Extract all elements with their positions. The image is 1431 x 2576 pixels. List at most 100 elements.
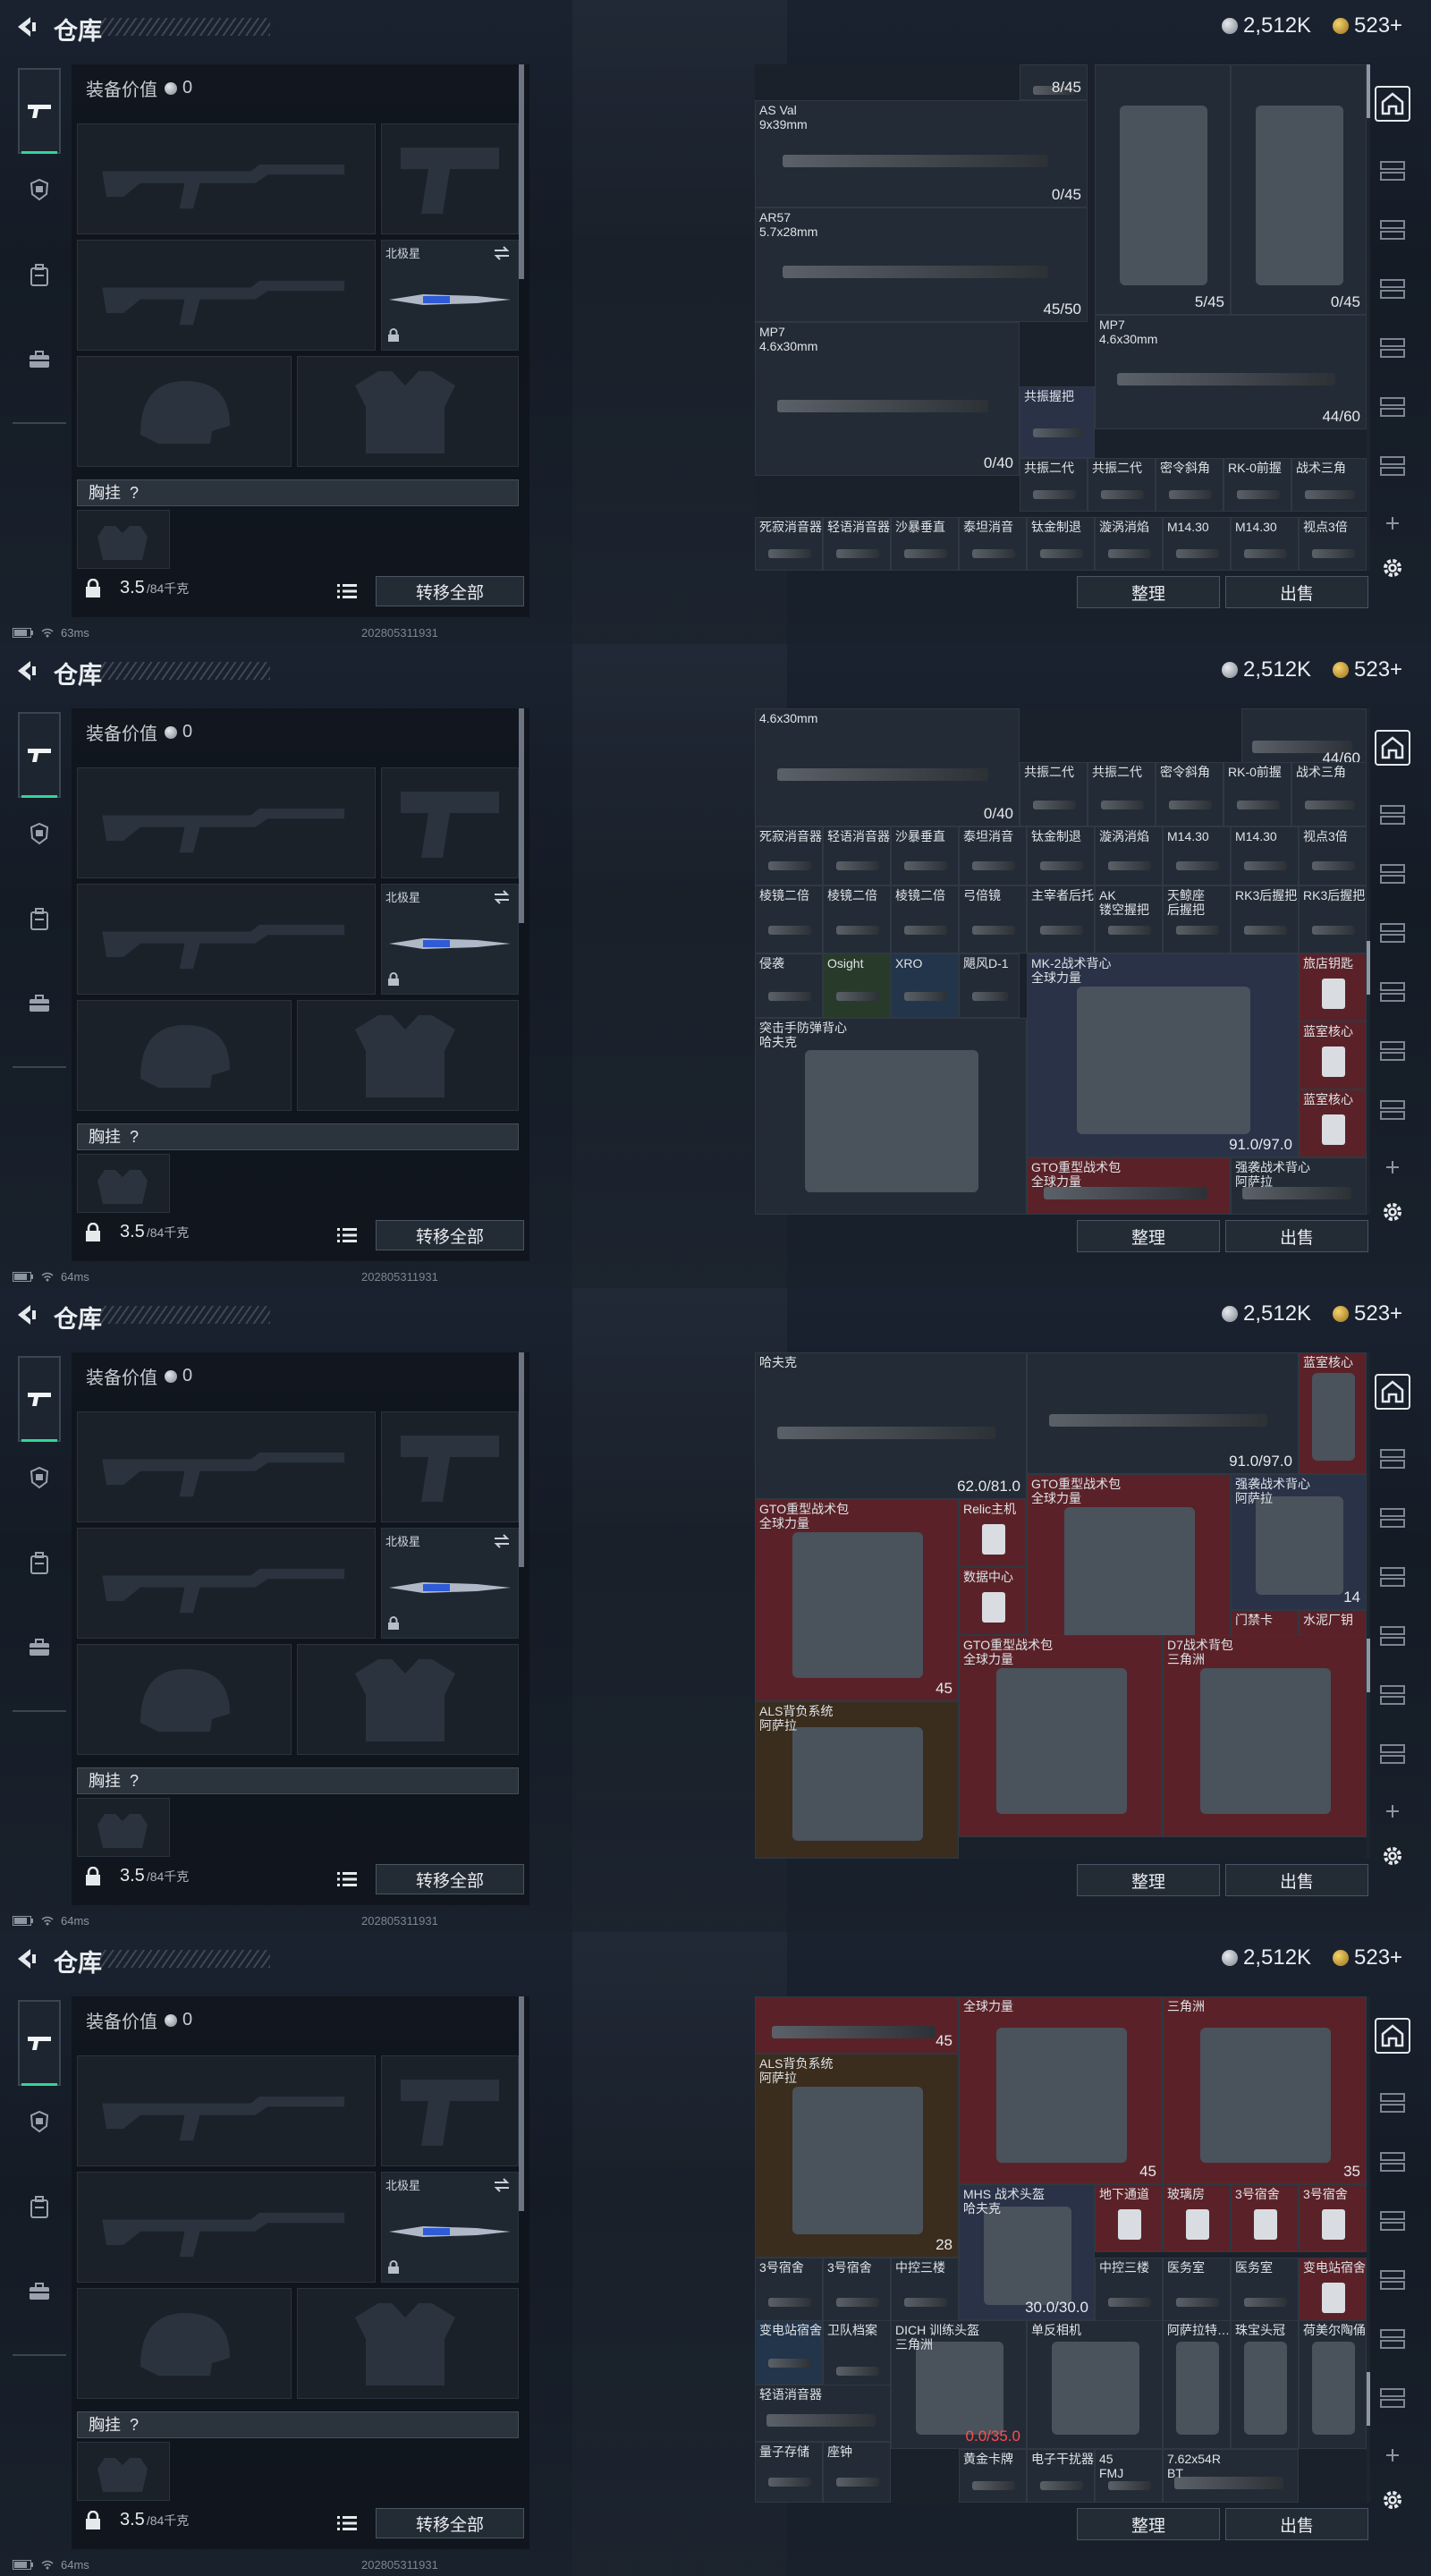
settings-button[interactable] — [1372, 1191, 1413, 1233]
stash-item[interactable]: 棱镜二倍 — [755, 886, 823, 953]
stash-item[interactable]: 视点3倍 — [1299, 517, 1367, 571]
stash-item[interactable]: 密令斜角 — [1156, 762, 1224, 826]
stash-item[interactable]: 荷美尔陶俑 — [1299, 2320, 1367, 2449]
sell-button[interactable]: 出售 — [1225, 576, 1368, 608]
stash-scroll-thumb[interactable] — [1367, 1639, 1370, 1692]
nav-weapons[interactable] — [18, 68, 61, 154]
nav-rig[interactable] — [20, 2188, 59, 2227]
chest-rig-header[interactable]: 胸挂? — [77, 1767, 519, 1794]
stash-item[interactable]: 8/45 — [1020, 64, 1088, 100]
stash-scroll-thumb[interactable] — [1367, 941, 1370, 995]
stash-item[interactable]: 泰坦消音 — [959, 517, 1027, 571]
helmet-slot[interactable] — [77, 1000, 292, 1111]
melee-slot[interactable]: 北极星 — [381, 1528, 519, 1639]
stash-item[interactable]: 4.6x30mm 0/40 — [755, 708, 1020, 826]
shelf-tab-5[interactable] — [1372, 2318, 1413, 2360]
nav-helmet[interactable] — [20, 170, 59, 209]
warehouse-tab[interactable] — [1375, 1374, 1410, 1410]
swap-arrows-icon[interactable] — [493, 246, 511, 260]
stash-item[interactable]: 电子干扰器 — [1027, 2449, 1095, 2503]
stash-item[interactable]: 91.0/97.0 — [1027, 1352, 1299, 1474]
stash-item[interactable]: 共振二代 — [1020, 458, 1088, 512]
stash-item[interactable]: 三角洲 35 — [1163, 1996, 1367, 2184]
stash-item[interactable]: 共振二代 — [1088, 762, 1156, 826]
stash-scroll-thumb[interactable] — [1367, 2372, 1370, 2426]
nav-case[interactable] — [20, 2272, 59, 2311]
gold-currency[interactable]: 523+ — [1333, 1301, 1402, 1327]
stash-item[interactable]: 突击手防弹背心 哈夫克 — [755, 1018, 1027, 1215]
stash-item[interactable]: 死寂消音器 — [755, 826, 823, 886]
transfer-all-button[interactable]: 转移全部 — [376, 576, 524, 606]
nav-weapons[interactable] — [18, 712, 61, 798]
sort-button[interactable]: 整理 — [1077, 1220, 1220, 1252]
swap-arrows-icon[interactable] — [493, 1534, 511, 1548]
list-icon[interactable] — [336, 1869, 358, 1889]
chest-rig-header[interactable]: 胸挂? — [77, 2411, 519, 2438]
stash-item[interactable]: MHS 战术头盔 哈夫克 30.0/30.0 — [959, 2184, 1095, 2320]
primary-weapon-slot[interactable] — [77, 1411, 376, 1522]
list-icon[interactable] — [336, 2513, 358, 2533]
stash-item[interactable]: 泰坦消音 — [959, 826, 1027, 886]
warehouse-tab[interactable] — [1375, 2018, 1410, 2054]
stash-item[interactable]: 死寂消音器 — [755, 517, 823, 571]
stash-item[interactable]: 视点3倍 — [1299, 826, 1367, 886]
stash-item[interactable]: DICH 训练头盔 三角洲 0.0/35.0 — [891, 2320, 1027, 2449]
shelf-tab-3[interactable] — [1372, 1556, 1413, 1597]
secondary-weapon-slot[interactable] — [77, 240, 376, 351]
stash-item[interactable]: AK 镂空握把 — [1095, 886, 1163, 953]
back-arrow-icon[interactable] — [13, 13, 39, 40]
chest-rig-slot[interactable] — [77, 510, 170, 569]
settings-button[interactable] — [1372, 547, 1413, 589]
melee-slot[interactable]: 北极星 — [381, 240, 519, 351]
armor-slot[interactable] — [297, 2288, 519, 2399]
secondary-weapon-slot[interactable] — [77, 884, 376, 995]
stash-item[interactable]: 沙暴垂直 — [891, 826, 959, 886]
stash-item[interactable]: 5/45 — [1095, 64, 1231, 315]
secondary-weapon-slot[interactable] — [77, 1528, 376, 1639]
stash-item[interactable]: 共振二代 — [1020, 762, 1088, 826]
stash-item[interactable]: 漩涡消焰 — [1095, 517, 1163, 571]
shelf-tab-5[interactable] — [1372, 386, 1413, 428]
stash-item[interactable]: 共振握把 — [1020, 386, 1095, 458]
stash-item[interactable]: AR57 5.7x28mm 45/50 — [755, 208, 1088, 322]
stash-item[interactable]: XRO — [891, 953, 959, 1018]
stash-item[interactable]: 蓝室核心 — [1299, 1089, 1367, 1157]
shelf-tab-1[interactable] — [1372, 2082, 1413, 2123]
shelf-tab-1[interactable] — [1372, 794, 1413, 835]
stash-item[interactable]: 3号宿舍 — [755, 2258, 823, 2326]
nav-case[interactable] — [20, 340, 59, 379]
stash-item[interactable]: 地下通道 — [1095, 2184, 1163, 2252]
stash-item[interactable]: 单反相机 — [1027, 2320, 1163, 2449]
stash-scrollbar[interactable] — [1367, 64, 1370, 571]
chest-rig-slot[interactable] — [77, 1154, 170, 1213]
stash-item[interactable]: ALS背负系统 阿萨拉 28 — [755, 2054, 959, 2258]
stash-item[interactable]: D7战术背包 三角洲 — [1163, 1635, 1367, 1837]
chest-rig-slot[interactable] — [77, 2442, 170, 2501]
primary-weapon-slot[interactable] — [77, 2055, 376, 2166]
stash-item[interactable]: 棱镜二倍 — [823, 886, 891, 953]
sort-button[interactable]: 整理 — [1077, 1864, 1220, 1896]
stash-item[interactable]: 3号宿舍 — [1231, 2184, 1299, 2252]
stash-item[interactable]: RK-0前握 — [1224, 458, 1291, 512]
stash-item[interactable]: 座钟 — [823, 2442, 891, 2503]
stash-item[interactable]: 强袭战术背心 阿萨拉 14 — [1231, 1474, 1367, 1610]
shelf-tab-4[interactable] — [1372, 971, 1413, 1013]
stash-item[interactable]: ALS背负系统 阿萨拉 — [755, 1701, 959, 1859]
shelf-tab-1[interactable] — [1372, 1438, 1413, 1479]
stash-item[interactable]: M14.30 — [1231, 826, 1299, 886]
stash-item[interactable]: 全球力量 45 — [959, 1996, 1163, 2184]
stash-item[interactable]: 珠宝头冠 — [1231, 2320, 1299, 2449]
nav-rig[interactable] — [20, 900, 59, 939]
stash-item[interactable]: 数据中心 — [959, 1567, 1027, 1635]
stash-item[interactable]: AS Val 9x39mm 0/45 — [755, 100, 1088, 208]
stash-item[interactable]: 钛金制退 — [1027, 517, 1095, 571]
shelf-tab-2[interactable] — [1372, 1497, 1413, 1538]
nav-helmet[interactable] — [20, 1458, 59, 1497]
sell-button[interactable]: 出售 — [1225, 1864, 1368, 1896]
nav-case[interactable] — [20, 984, 59, 1023]
stash-item[interactable]: 密令斜角 — [1156, 458, 1224, 512]
stash-item[interactable]: Osight — [823, 953, 891, 1018]
sell-button[interactable]: 出售 — [1225, 1220, 1368, 1252]
stash-item[interactable]: 战术三角 — [1291, 762, 1367, 826]
melee-slot[interactable]: 北极星 — [381, 2172, 519, 2283]
